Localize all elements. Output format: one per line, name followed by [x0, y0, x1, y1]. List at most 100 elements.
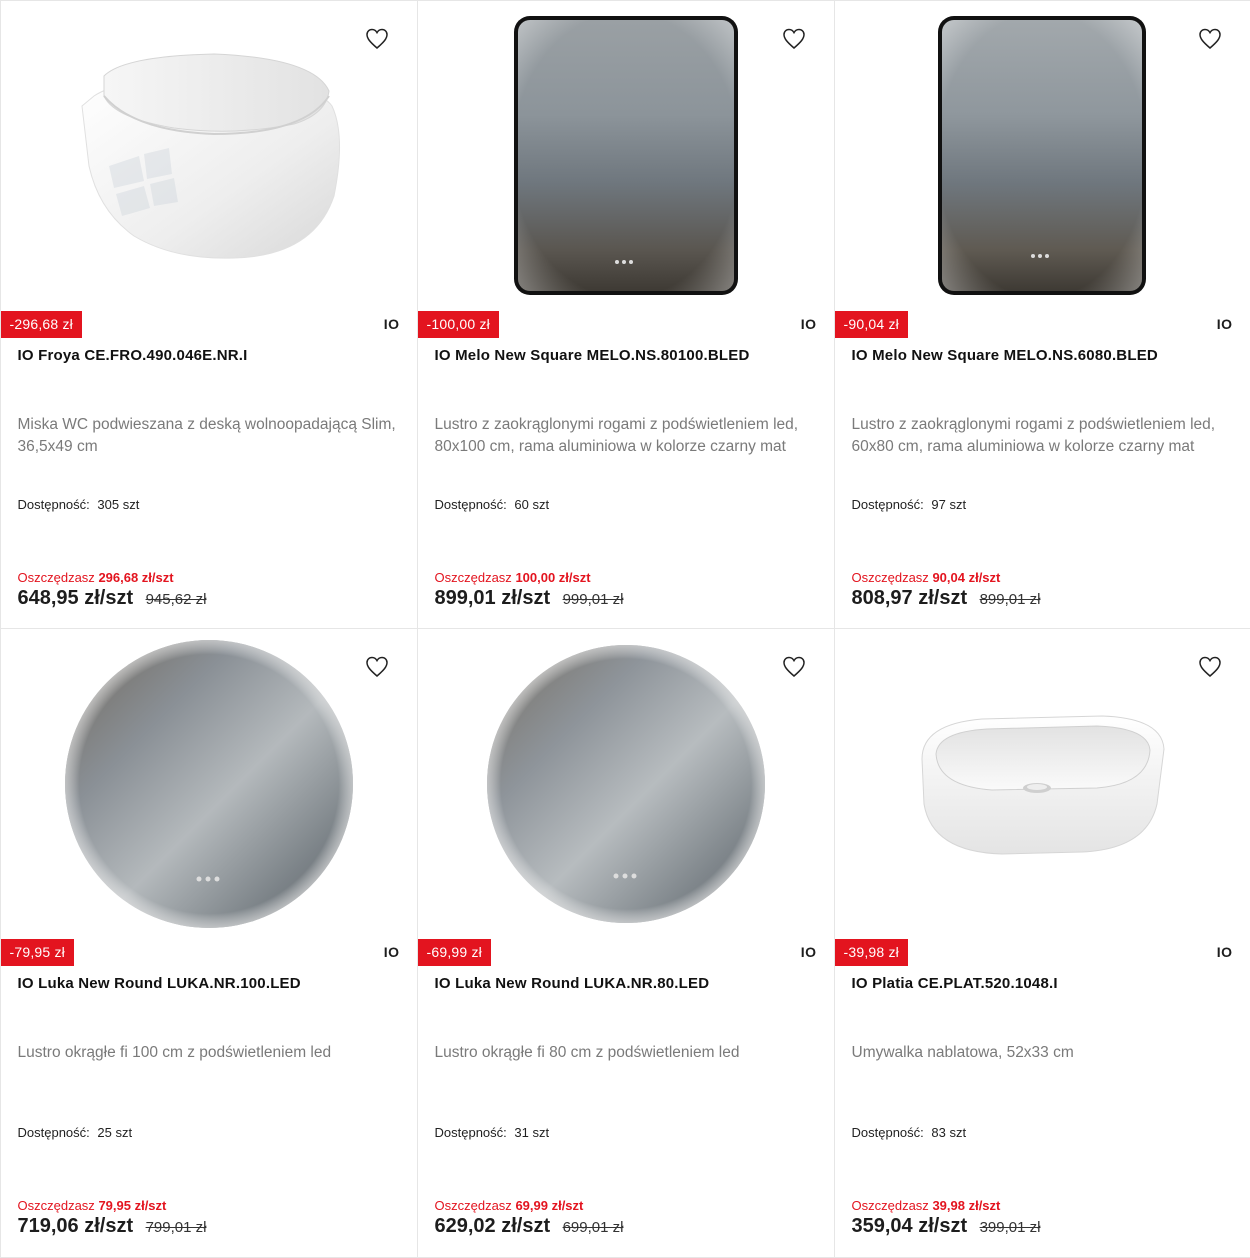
heart-outline-icon[interactable]: [365, 27, 389, 51]
brand-label: IO: [801, 944, 817, 960]
availability: Dostępność: 25 szt: [18, 1125, 133, 1140]
savings-amount: 79,95 zł/szt: [98, 1198, 166, 1213]
availability: Dostępność: 305 szt: [18, 497, 140, 512]
availability-label: Dostępność:: [435, 1125, 507, 1140]
rect-mirror-image: [511, 13, 741, 298]
product-description: Lustro okrągłe fi 80 cm z podświetleniem…: [435, 1042, 818, 1064]
savings-label: Oszczędzasz: [852, 570, 929, 585]
price-row: 719,06 zł/szt 799,01 zł: [18, 1215, 207, 1238]
product-description: Lustro z zaokrąglonymi rogami z podświet…: [852, 414, 1234, 458]
product-image[interactable]: [835, 1, 1250, 311]
old-price: 699,01 zł: [563, 1219, 624, 1236]
product-title[interactable]: IO Melo New Square MELO.NS.6080.BLED: [852, 347, 1234, 364]
availability: Dostępność: 31 szt: [435, 1125, 550, 1140]
product-grid: -296,68 zł IO IO Froya CE.FRO.490.046E.N…: [0, 0, 1250, 1257]
price-row: 899,01 zł/szt 999,01 zł: [435, 587, 624, 610]
product-image[interactable]: [1, 629, 417, 939]
price-row: 359,04 zł/szt 399,01 zł: [852, 1215, 1041, 1238]
product-description: Umywalka nablatowa, 52x33 cm: [852, 1042, 1234, 1064]
heart-outline-icon[interactable]: [365, 655, 389, 679]
product-description: Lustro okrągłe fi 100 cm z podświetlenie…: [18, 1042, 401, 1064]
discount-badge: -90,04 zł: [835, 311, 909, 338]
heart-outline-icon[interactable]: [1198, 27, 1222, 51]
discount-badge: -100,00 zł: [418, 311, 499, 338]
price-row: 808,97 zł/szt 899,01 zł: [852, 587, 1041, 610]
availability: Dostępność: 97 szt: [852, 497, 967, 512]
savings-label: Oszczędzasz: [852, 1198, 929, 1213]
current-price: 648,95 zł/szt: [18, 587, 134, 609]
availability-value: 97 szt: [931, 497, 966, 512]
product-description: Miska WC podwieszana z deską wolnoopadaj…: [18, 414, 401, 458]
current-price: 719,06 zł/szt: [18, 1215, 134, 1237]
rect-mirror-image: [935, 13, 1149, 298]
current-price: 629,02 zł/szt: [435, 1215, 551, 1237]
product-card[interactable]: -296,68 zł IO IO Froya CE.FRO.490.046E.N…: [0, 0, 418, 629]
product-card[interactable]: -39,98 zł IO IO Platia CE.PLAT.520.1048.…: [834, 628, 1250, 1258]
product-image[interactable]: [835, 629, 1250, 939]
brand-label: IO: [1217, 316, 1233, 332]
product-title[interactable]: IO Luka New Round LUKA.NR.100.LED: [18, 975, 401, 992]
savings-label: Oszczędzasz: [18, 1198, 95, 1213]
product-title[interactable]: IO Luka New Round LUKA.NR.80.LED: [435, 975, 818, 992]
availability: Dostępność: 83 szt: [852, 1125, 967, 1140]
availability-label: Dostępność:: [435, 497, 507, 512]
savings-amount: 100,00 zł/szt: [515, 570, 590, 585]
availability-label: Dostępność:: [852, 497, 924, 512]
product-image[interactable]: [1, 1, 417, 311]
savings: Oszczędzasz 39,98 zł/szt: [852, 1198, 1001, 1213]
savings-label: Oszczędzasz: [435, 570, 512, 585]
washbasin-image: [912, 704, 1172, 864]
current-price: 359,04 zł/szt: [852, 1215, 968, 1237]
discount-badge: -296,68 zł: [1, 311, 82, 338]
heart-outline-icon[interactable]: [1198, 655, 1222, 679]
availability-value: 31 szt: [514, 1125, 549, 1140]
savings-amount: 39,98 zł/szt: [932, 1198, 1000, 1213]
product-card[interactable]: -90,04 zł IO IO Melo New Square MELO.NS.…: [834, 0, 1250, 629]
savings-amount: 296,68 zł/szt: [98, 570, 173, 585]
discount-badge: -69,99 zł: [418, 939, 492, 966]
product-description: Lustro z zaokrąglonymi rogami z podświet…: [435, 414, 818, 458]
round-mirror-image: [63, 638, 355, 930]
product-card[interactable]: -79,95 zł IO IO Luka New Round LUKA.NR.1…: [0, 628, 418, 1258]
product-card[interactable]: -100,00 zł IO IO Melo New Square MELO.NS…: [417, 0, 835, 629]
brand-label: IO: [801, 316, 817, 332]
product-title[interactable]: IO Froya CE.FRO.490.046E.NR.I: [18, 347, 401, 364]
current-price: 899,01 zł/szt: [435, 587, 551, 609]
savings: Oszczędzasz 69,99 zł/szt: [435, 1198, 584, 1213]
old-price: 899,01 zł: [980, 591, 1041, 608]
old-price: 799,01 zł: [146, 1219, 207, 1236]
product-card[interactable]: -69,99 zł IO IO Luka New Round LUKA.NR.8…: [417, 628, 835, 1258]
round-mirror-image: [485, 643, 767, 925]
savings: Oszczędzasz 79,95 zł/szt: [18, 1198, 167, 1213]
heart-outline-icon[interactable]: [782, 27, 806, 51]
brand-label: IO: [384, 316, 400, 332]
discount-badge: -39,98 zł: [835, 939, 909, 966]
brand-label: IO: [384, 944, 400, 960]
availability-value: 305 szt: [97, 497, 139, 512]
availability-value: 60 szt: [514, 497, 549, 512]
old-price: 399,01 zł: [980, 1219, 1041, 1236]
product-image[interactable]: [418, 1, 834, 311]
savings-label: Oszczędzasz: [435, 1198, 512, 1213]
savings-label: Oszczędzasz: [18, 570, 95, 585]
price-row: 629,02 zł/szt 699,01 zł: [435, 1215, 624, 1238]
savings-amount: 90,04 zł/szt: [932, 570, 1000, 585]
current-price: 808,97 zł/szt: [852, 587, 968, 609]
wall-hung-toilet-image: [64, 36, 354, 276]
availability-label: Dostępność:: [18, 1125, 90, 1140]
savings: Oszczędzasz 90,04 zł/szt: [852, 570, 1001, 585]
product-title[interactable]: IO Platia CE.PLAT.520.1048.I: [852, 975, 1234, 992]
savings-amount: 69,99 zł/szt: [515, 1198, 583, 1213]
old-price: 945,62 zł: [146, 591, 207, 608]
availability-value: 83 szt: [931, 1125, 966, 1140]
product-image[interactable]: [418, 629, 834, 939]
savings: Oszczędzasz 100,00 zł/szt: [435, 570, 591, 585]
heart-outline-icon[interactable]: [782, 655, 806, 679]
savings: Oszczędzasz 296,68 zł/szt: [18, 570, 174, 585]
availability: Dostępność: 60 szt: [435, 497, 550, 512]
availability-label: Dostępność:: [852, 1125, 924, 1140]
availability-value: 25 szt: [97, 1125, 132, 1140]
discount-badge: -79,95 zł: [1, 939, 75, 966]
product-title[interactable]: IO Melo New Square MELO.NS.80100.BLED: [435, 347, 818, 364]
availability-label: Dostępność:: [18, 497, 90, 512]
